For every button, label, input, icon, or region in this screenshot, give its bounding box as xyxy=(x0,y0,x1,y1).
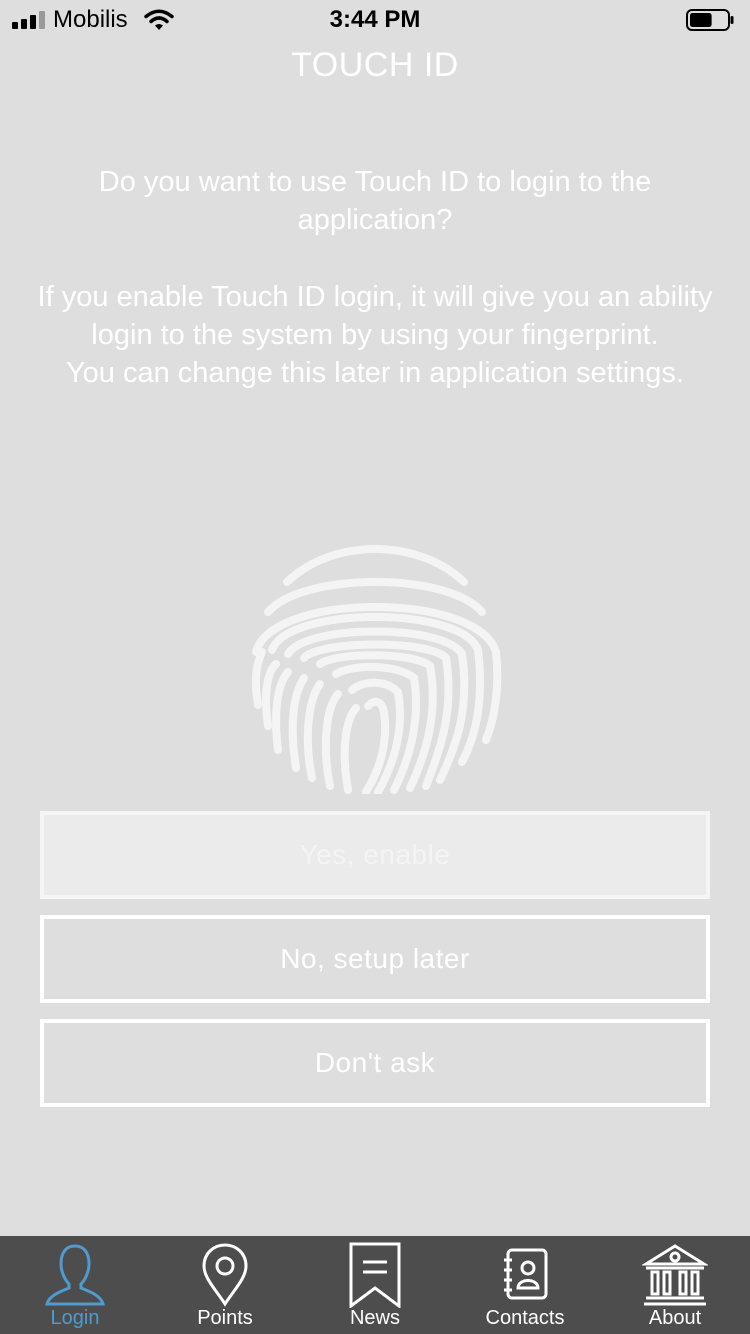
clock: 3:44 PM xyxy=(329,6,421,33)
tab-news-label: News xyxy=(349,1307,400,1329)
tab-about-label: About xyxy=(648,1307,702,1329)
battery-icon xyxy=(686,9,734,31)
tab-news[interactable]: News xyxy=(300,1236,450,1334)
tab-points[interactable]: Points xyxy=(150,1236,300,1334)
tab-bar: Login Points News Contacts About xyxy=(0,1236,750,1334)
status-bar: Mobilis 3:44 PM xyxy=(0,0,750,40)
fingerprint-icon xyxy=(251,545,502,794)
setup-later-button[interactable]: No, setup later xyxy=(40,915,710,1003)
tab-about[interactable]: About xyxy=(600,1236,750,1334)
tab-contacts[interactable]: Contacts xyxy=(450,1236,600,1334)
contacts-book-icon xyxy=(504,1248,548,1300)
tab-login[interactable]: Login xyxy=(0,1236,150,1334)
touch-id-info: If you enable Touch ID login, it will gi… xyxy=(37,281,713,389)
enable-touch-id-button[interactable]: Yes, enable xyxy=(40,811,710,899)
tab-login-label: Login xyxy=(50,1307,100,1329)
touch-id-prompt: Do you want to use Touch ID to login to … xyxy=(98,166,652,236)
bookmark-icon xyxy=(349,1242,401,1308)
tab-contacts-label: Contacts xyxy=(485,1307,565,1329)
bank-building-icon xyxy=(642,1244,708,1306)
user-icon xyxy=(45,1244,105,1306)
dont-ask-button[interactable]: Don't ask xyxy=(40,1019,710,1107)
tab-points-label: Points xyxy=(197,1307,253,1329)
page-title: TOUCH ID xyxy=(291,46,459,84)
map-pin-icon xyxy=(202,1243,248,1307)
